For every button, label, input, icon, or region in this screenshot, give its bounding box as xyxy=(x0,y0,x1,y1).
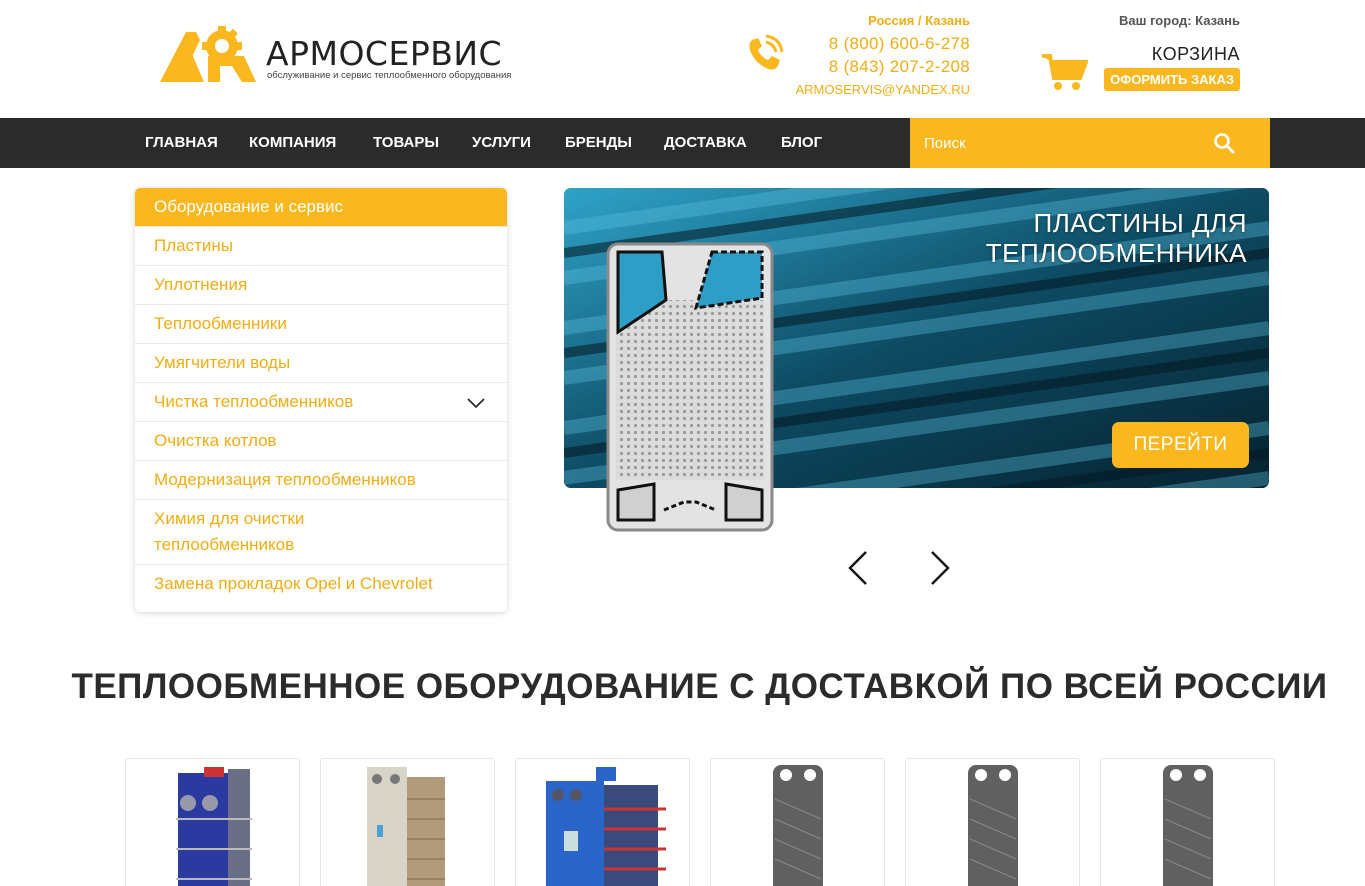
category-item-chemicals[interactable]: Химия для очистки теплообменников xyxy=(135,499,507,564)
category-item-boilers[interactable]: Очистка котлов xyxy=(135,421,507,460)
product-card[interactable] xyxy=(710,758,885,886)
category-item-plates[interactable]: Пластины xyxy=(135,226,507,265)
section-title: ТЕПЛООБМЕННОЕ ОБОРУДОВАНИЕ С ДОСТАВКОЙ П… xyxy=(71,667,1328,706)
nav-item-delivery[interactable]: ДОСТАВКА xyxy=(664,118,747,168)
banner-go-button[interactable]: ПЕРЕЙТИ xyxy=(1112,422,1249,468)
logo[interactable]: АРМОСЕРВИС обслуживание и сервис теплооб… xyxy=(160,26,520,86)
search-bar xyxy=(910,118,1270,168)
phone-icon xyxy=(749,34,784,70)
cart-link[interactable]: КОРЗИНА xyxy=(1152,44,1240,65)
category-item-water-softeners[interactable]: Умягчители воды xyxy=(135,343,507,382)
plate-image xyxy=(606,242,774,532)
product-card[interactable] xyxy=(905,758,1080,886)
category-item-modernization[interactable]: Модернизация теплообменников xyxy=(135,460,507,499)
category-item-label: Теплообменники xyxy=(154,314,287,333)
contact-block: Россия / Казань 8 (800) 600-6-278 8 (843… xyxy=(740,10,972,100)
product-image-plate xyxy=(1163,765,1213,886)
search-icon[interactable] xyxy=(1213,132,1235,154)
phone-number-2[interactable]: 8 (843) 207-2-208 xyxy=(829,57,970,77)
nav-item-services[interactable]: УСЛУГИ xyxy=(472,118,531,168)
chevron-down-icon[interactable] xyxy=(467,397,485,409)
product-image-plate xyxy=(773,765,823,886)
product-card[interactable] xyxy=(320,758,495,886)
email-link[interactable]: ARMOSERVIS@YANDEX.RU xyxy=(795,82,970,97)
category-item-gaskets[interactable]: Уплотнения xyxy=(135,265,507,304)
main-nav: ГЛАВНАЯ КОМПАНИЯ ТОВАРЫ УСЛУГИ БРЕНДЫ ДО… xyxy=(0,118,1365,168)
category-item-label: Пластины xyxy=(154,236,233,255)
nav-item-blog[interactable]: БЛОГ xyxy=(781,118,822,168)
logo-mark-icon xyxy=(160,26,256,82)
product-card[interactable] xyxy=(125,758,300,886)
phone-number-1[interactable]: 8 (800) 600-6-278 xyxy=(829,34,970,54)
brand-name: АРМОСЕРВИС xyxy=(266,34,503,73)
banner-title-line-1: ПЛАСТИНЫ ДЛЯ xyxy=(1033,208,1247,238)
product-image-blue-exchanger xyxy=(176,767,252,886)
product-image-blue-exchanger-wide xyxy=(546,767,666,886)
site-header: АРМОСЕРВИС обслуживание и сервис теплооб… xyxy=(0,0,1365,118)
slider-next-arrow-icon[interactable] xyxy=(928,550,952,586)
search-input[interactable] xyxy=(910,118,1200,168)
checkout-button[interactable]: ОФОРМИТЬ ЗАКАЗ xyxy=(1104,68,1240,91)
category-menu-heading[interactable]: Оборудование и сервис xyxy=(135,188,507,226)
category-item-label: Очистка котлов xyxy=(154,431,277,450)
nav-item-products[interactable]: ТОВАРЫ xyxy=(373,118,439,168)
region-link[interactable]: Россия / Казань xyxy=(868,13,970,28)
product-image-plate xyxy=(968,765,1018,886)
cart-block: Ваш город: Казань КОРЗИНА ОФОРМИТЬ ЗАКАЗ xyxy=(1040,10,1242,100)
category-item-label: Модернизация теплообменников xyxy=(154,470,416,489)
category-menu: Оборудование и сервис Пластины Уплотнени… xyxy=(135,188,507,612)
product-card[interactable] xyxy=(1100,758,1275,886)
city-selector[interactable]: Ваш город: Казань xyxy=(1119,13,1240,28)
banner-title: ПЛАСТИНЫ ДЛЯ ТЕПЛООБМЕННИКА xyxy=(986,208,1247,268)
cart-icon[interactable] xyxy=(1042,52,1088,92)
category-item-label: Уплотнения xyxy=(154,275,248,294)
category-item-label: Умягчители воды xyxy=(154,353,291,372)
category-item-gaskets-opel[interactable]: Замена прокладок Opel и Chevrolet xyxy=(135,564,507,603)
nav-item-company[interactable]: КОМПАНИЯ xyxy=(249,118,336,168)
category-item-label: Чистка теплообменников xyxy=(154,392,354,411)
product-image-steel-exchanger xyxy=(367,767,445,886)
category-item-cleaning[interactable]: Чистка теплообменников xyxy=(135,382,507,421)
category-item-label: Химия для очистки теплообменников xyxy=(154,509,305,554)
nav-item-brands[interactable]: БРЕНДЫ xyxy=(565,118,632,168)
nav-item-home[interactable]: ГЛАВНАЯ xyxy=(145,118,218,168)
category-item-heat-exchangers[interactable]: Теплообменники xyxy=(135,304,507,343)
banner-title-line-2: ТЕПЛООБМЕННИКА xyxy=(985,238,1247,268)
brand-tagline: обслуживание и сервис теплообменного обо… xyxy=(267,70,512,81)
category-item-label: Замена прокладок Opel и Chevrolet xyxy=(154,574,433,593)
product-card[interactable] xyxy=(515,758,690,886)
slider-prev-arrow-icon[interactable] xyxy=(846,550,870,586)
